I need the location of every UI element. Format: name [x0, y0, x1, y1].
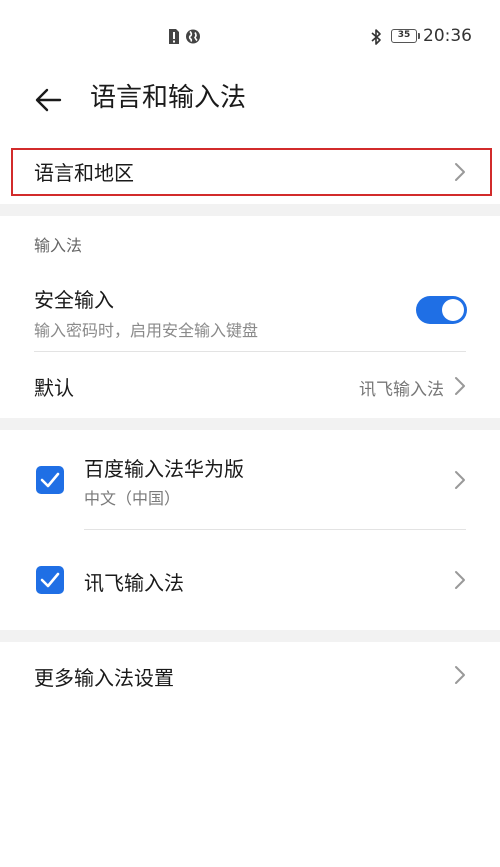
battery-icon: 35: [391, 29, 420, 43]
xunfei-title: 讯飞输入法: [84, 571, 184, 595]
secure-input-subtitle: 输入密码时，启用安全输入键盘: [34, 321, 259, 340]
status-bar: 35 20:36: [0, 0, 500, 74]
page-title: 语言和输入法: [90, 83, 247, 113]
check-icon: [40, 472, 60, 488]
more-settings-label: 更多输入法设置: [34, 666, 174, 690]
check-icon: [40, 572, 60, 588]
chevron-right-icon: [455, 377, 465, 395]
section-separator: [0, 204, 500, 216]
baidu-checkbox[interactable]: [36, 466, 64, 494]
divider: [84, 529, 466, 530]
language-region-label: 语言和地区: [34, 161, 134, 185]
secure-input-title: 安全输入: [34, 288, 114, 312]
battery-level: 35: [397, 30, 411, 40]
app-header: 语言和输入法: [0, 74, 500, 124]
status-center-icons: [166, 28, 200, 45]
keyboard-item-baidu[interactable]: 百度输入法华为版 中文（中国）: [0, 440, 500, 526]
default-input-row[interactable]: 默认 讯飞输入法: [0, 356, 500, 412]
chevron-right-icon: [455, 163, 465, 181]
back-arrow-icon: [35, 88, 62, 112]
more-settings-row[interactable]: 更多输入法设置: [0, 650, 500, 700]
status-time: 20:36: [423, 26, 472, 46]
bluetooth-icon: [370, 28, 385, 45]
status-right: 35 20:36: [370, 26, 472, 46]
language-region-row[interactable]: 语言和地区: [0, 148, 500, 196]
alert-sim-icon: [166, 28, 181, 45]
baidu-title: 百度输入法华为版: [84, 457, 244, 481]
baidu-subtitle: 中文（中国）: [84, 489, 181, 508]
chevron-right-icon: [455, 571, 465, 589]
section-separator: [0, 630, 500, 642]
section-separator: [0, 418, 500, 430]
default-label: 默认: [34, 376, 74, 400]
secure-input-toggle[interactable]: [416, 296, 467, 324]
toggle-knob: [442, 299, 464, 321]
section-header-input-method: 输入法: [34, 236, 83, 255]
keyboard-item-xunfei[interactable]: 讯飞输入法: [0, 540, 500, 620]
default-value: 讯飞输入法: [359, 380, 444, 400]
back-button[interactable]: [32, 82, 68, 118]
chevron-right-icon: [455, 666, 465, 684]
globe-icon: [185, 28, 200, 45]
divider: [34, 351, 466, 352]
xunfei-checkbox[interactable]: [36, 566, 64, 594]
chevron-right-icon: [455, 471, 465, 489]
